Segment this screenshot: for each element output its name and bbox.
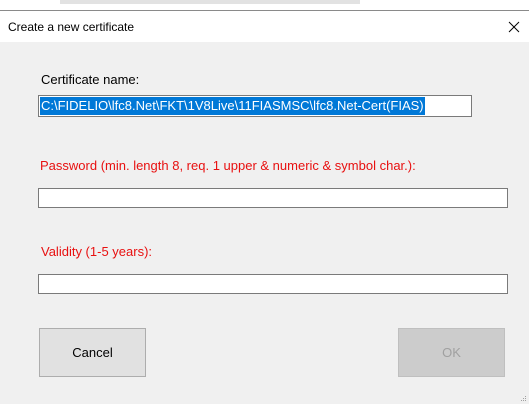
cancel-button[interactable]: Cancel — [39, 328, 146, 377]
window-title: Create a new certificate — [8, 20, 135, 34]
certificate-name-value: C:\FIDELIO\lfc8.Net\FKT\1V8Live\11FIASMS… — [40, 97, 425, 115]
certificate-name-field[interactable]: C:\FIDELIO\lfc8.Net\FKT\1V8Live\11FIASMS… — [38, 95, 472, 117]
password-input[interactable] — [38, 188, 508, 208]
certificate-dialog: Create a new certificate Certificate nam… — [0, 0, 529, 404]
close-button[interactable] — [499, 11, 529, 42]
close-icon — [508, 21, 520, 32]
dialog-content: Certificate name: C:\FIDELIO\lfc8.Net\FK… — [0, 42, 529, 404]
certificate-name-label: Certificate name: — [41, 72, 140, 87]
password-label: Password (min. length 8, req. 1 upper & … — [40, 158, 416, 173]
title-bar: Create a new certificate — [0, 10, 529, 42]
background-window — [0, 0, 529, 10]
validity-label: Validity (1-5 years): — [41, 244, 153, 259]
background-window-strip — [60, 0, 360, 4]
ok-button[interactable]: OK — [398, 328, 505, 377]
resize-grip-icon[interactable] — [521, 396, 527, 402]
validity-input[interactable] — [38, 274, 508, 294]
